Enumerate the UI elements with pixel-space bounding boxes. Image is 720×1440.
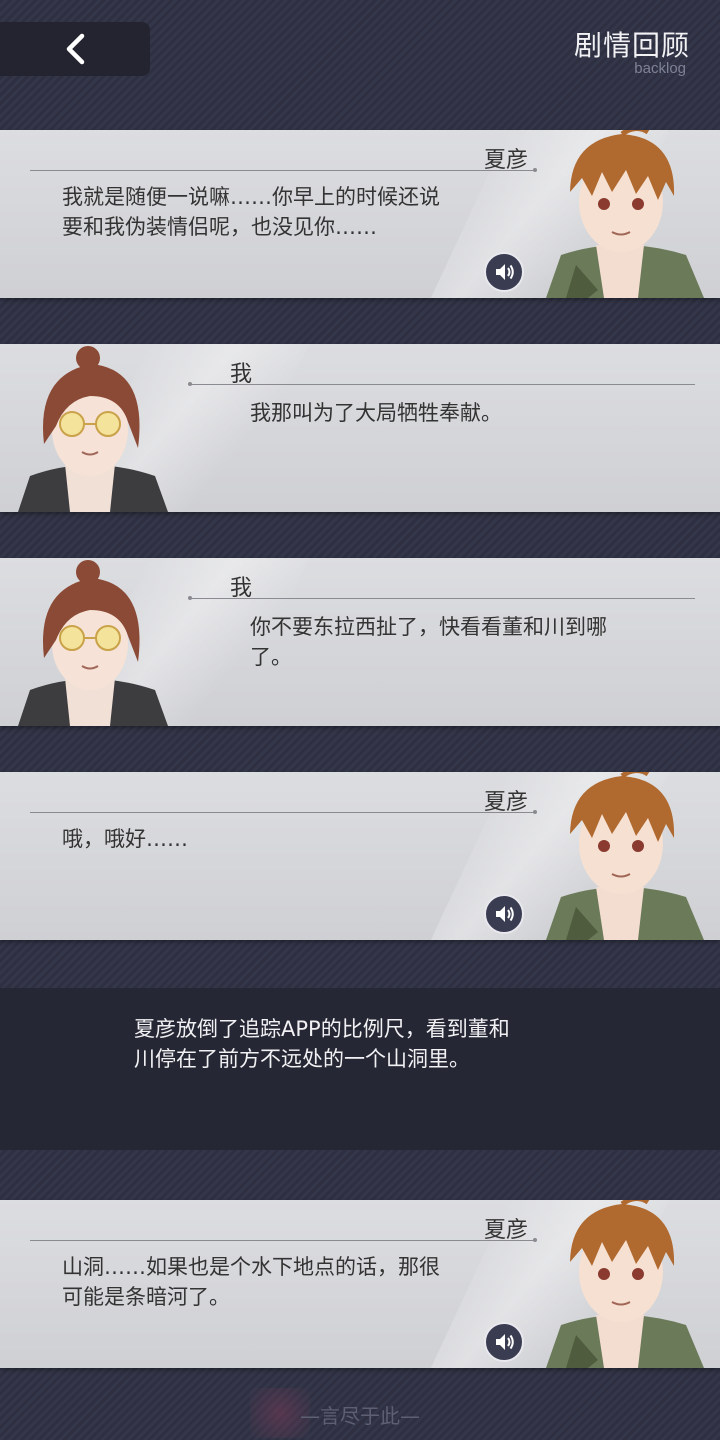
narration-line: 夏彦放倒了追踪APP的比例尺，看到董和 [134,1017,510,1041]
xiayan-portrait [546,1200,704,1368]
heroine-portrait [18,560,168,726]
speaker-icon [496,906,514,922]
dialog-entry: 夏彦 哦，哦好…… [0,772,720,940]
narration-text: 夏彦放倒了追踪APP的比例尺，看到董和 川停在了前方不远处的一个山洞里。 [134,1014,594,1074]
name-divider [188,382,695,386]
page-title: 剧情回顾 [573,29,690,62]
dialog-text: 哦，哦好…… [62,824,522,854]
narration-block: 夏彦放倒了追踪APP的比例尺，看到董和 川停在了前方不远处的一个山洞里。 [0,988,720,1150]
back-button[interactable] [0,22,150,76]
top-bar: 剧情回顾 backlog [0,0,720,120]
dialog-line: 可能是条暗河了。 [62,1285,230,1309]
voice-play-button[interactable] [484,1322,524,1362]
xiayan-portrait [546,772,704,940]
dialog-entry: 夏彦 我就是随便一说嘛……你早上的时候还说 要和我伪装情侣呢，也没见你…… [0,130,720,298]
dialog-entry: 我 我那叫为了大局牺牲奉献。 [0,344,720,512]
heroine-portrait [18,346,168,512]
dialog-text: 我就是随便一说嘛……你早上的时候还说 要和我伪装情侣呢，也没见你…… [62,182,522,242]
dialog-text: 我那叫为了大局牺牲奉献。 [250,398,690,428]
narration-line: 川停在了前方不远处的一个山洞里。 [134,1047,470,1071]
dialog-line: 你不要东拉西扯了，快看看董和川到哪 [250,615,607,639]
name-divider [30,1238,537,1242]
speaker-icon [496,264,514,280]
page-subtitle: backlog [634,60,686,77]
chevron-left-icon [66,33,85,65]
voice-play-button[interactable] [484,894,524,934]
dialog-line: 我那叫为了大局牺牲奉献。 [250,401,502,425]
dialog-text: 山洞……如果也是个水下地点的话，那很 可能是条暗河了。 [62,1252,522,1312]
dialog-line: 哦，哦好…… [62,827,188,851]
dialog-entry: 夏彦 山洞……如果也是个水下地点的话，那很 可能是条暗河了。 [0,1200,720,1368]
end-of-log-text: —言尽于此— [300,1404,420,1428]
dialog-text: 你不要东拉西扯了，快看看董和川到哪 了。 [250,612,690,672]
name-divider [30,168,537,172]
dialog-line: 要和我伪装情侣呢，也没见你…… [62,215,377,239]
xiayan-portrait [546,130,704,298]
dialog-line: 山洞……如果也是个水下地点的话，那很 [62,1255,440,1279]
name-divider [30,810,537,814]
voice-play-button[interactable] [484,252,524,292]
dialog-entry: 我 你不要东拉西扯了，快看看董和川到哪 了。 [0,558,720,726]
speaker-icon [496,1334,514,1350]
dialog-line: 我就是随便一说嘛……你早上的时候还说 [62,185,440,209]
name-divider [188,596,695,600]
dialog-line: 了。 [250,645,292,669]
